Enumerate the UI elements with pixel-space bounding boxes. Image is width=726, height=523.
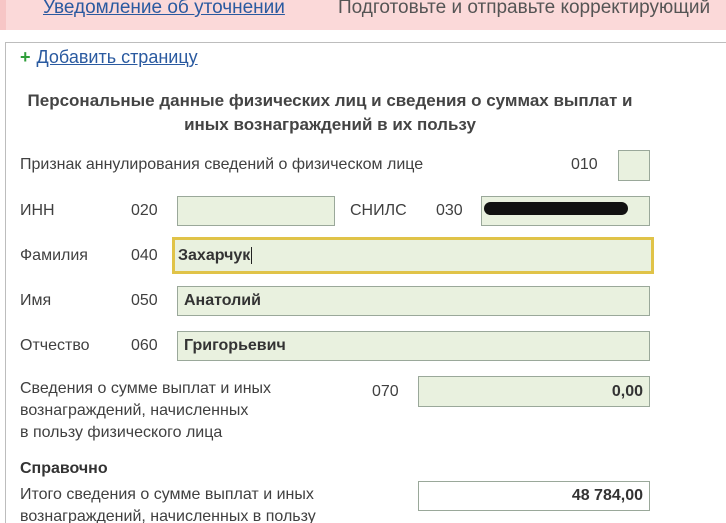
inn-code: 020 (131, 202, 158, 219)
payments-label-line1: Сведения о сумме выплат и иных (20, 380, 272, 397)
patronymic-label: Отчество (20, 337, 90, 354)
notice-hint-text: Подготовьте и отправьте корректирующий (338, 0, 711, 18)
payments-label-line3: в пользу физического лица (20, 424, 223, 441)
reference-heading: Справочно (20, 460, 108, 477)
last-name-value: Захарчук (178, 246, 251, 264)
patronymic-input[interactable]: Григорьевич (177, 331, 650, 361)
section-title: Персональные данные физических лиц и све… (27, 91, 633, 134)
redaction-mark (484, 202, 628, 215)
last-name-code: 040 (131, 247, 158, 264)
clarification-notice-link[interactable]: Уведомление об уточнении (43, 0, 285, 19)
plus-icon: + (20, 47, 31, 67)
form-page: Уведомление об уточнении Подготовьте и о… (0, 0, 726, 523)
annul-label: Признак аннулирования сведений о физичес… (20, 156, 424, 173)
reference-total-value: 48 784,00 (418, 481, 650, 511)
add-page-button[interactable]: + Добавить страницу (20, 47, 198, 68)
first-name-label: Имя (20, 292, 52, 309)
inn-input[interactable] (177, 196, 335, 226)
add-page-label: Добавить страницу (36, 47, 198, 67)
payments-code: 070 (372, 383, 399, 400)
inn-label: ИНН (20, 202, 55, 219)
last-name-input[interactable]: Захарчук (172, 237, 654, 274)
last-name-label: Фамилия (20, 247, 88, 264)
annul-checkbox[interactable] (618, 150, 650, 181)
first-name-input[interactable]: Анатолий (177, 286, 650, 316)
annul-code: 010 (571, 156, 598, 173)
patronymic-code: 060 (131, 337, 158, 354)
snils-code: 030 (436, 202, 463, 219)
first-name-code: 050 (131, 292, 158, 309)
payments-label-line2: вознаграждений, начисленных (20, 402, 249, 419)
snils-label: СНИЛС (350, 202, 407, 219)
text-cursor (251, 247, 253, 264)
reference-total-line1: Итого сведения о сумме выплат и иных (20, 486, 314, 503)
payments-input[interactable]: 0,00 (418, 376, 650, 407)
reference-total-line2: вознаграждений, начисленных в пользу (20, 508, 316, 523)
notice-bar-accent (0, 0, 6, 30)
